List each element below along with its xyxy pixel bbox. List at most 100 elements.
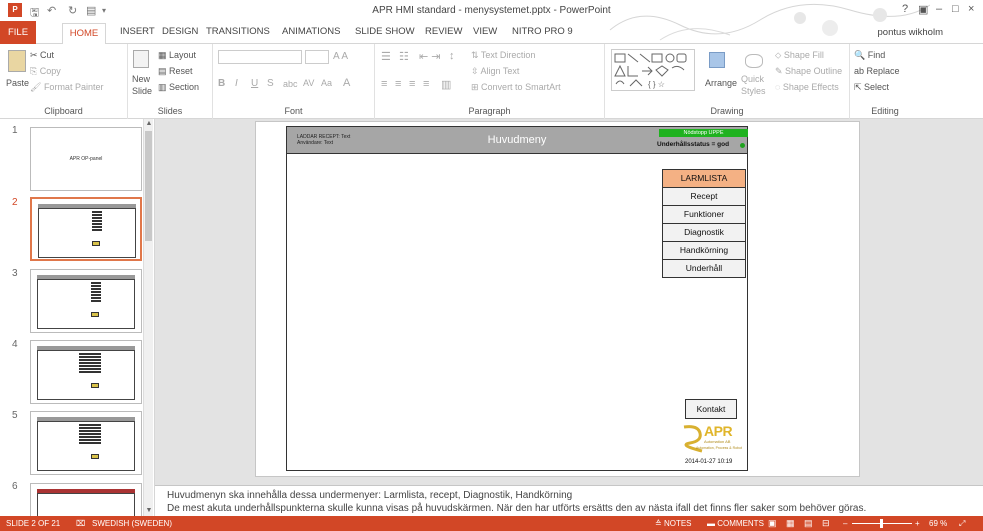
- convert-smartart-button[interactable]: ⊞ Convert to SmartArt: [471, 82, 561, 93]
- menu-item-recept[interactable]: Recept: [662, 187, 746, 206]
- numbering-icon[interactable]: ☷: [399, 50, 409, 63]
- tab-review[interactable]: REVIEW: [425, 26, 462, 37]
- shapes-gallery[interactable]: { } ☆: [611, 49, 695, 91]
- tab-home[interactable]: HOME: [62, 23, 106, 45]
- indent-icon[interactable]: ⇤ ⇥: [419, 50, 441, 63]
- tab-transitions[interactable]: TRANSITIONS: [206, 26, 270, 37]
- text-direction-button[interactable]: ⇅ Text Direction: [471, 50, 535, 61]
- justify-icon[interactable]: ≡: [423, 78, 429, 90]
- char-spacing-icon[interactable]: AV: [303, 78, 314, 88]
- line-spacing-icon[interactable]: ↕: [449, 50, 455, 62]
- shape-outline-button[interactable]: ✎ Shape Outline: [775, 66, 842, 77]
- change-case-icon[interactable]: Aa: [321, 78, 332, 88]
- thumbnail-scrollbar[interactable]: ▲ ▼: [143, 119, 153, 516]
- normal-view-icon[interactable]: ▣: [768, 518, 777, 529]
- notes-line-2: De mest akuta underhållspunkterna skulle…: [167, 503, 867, 514]
- tab-animations[interactable]: ANIMATIONS: [282, 26, 340, 37]
- thumbnail-menu: [79, 424, 101, 444]
- tab-slide-show[interactable]: SLIDE SHOW: [355, 26, 415, 37]
- slide-thumbnail-5[interactable]: [30, 411, 142, 475]
- tab-design[interactable]: DESIGN: [162, 26, 198, 37]
- comments-button[interactable]: ▬ COMMENTS: [707, 519, 764, 528]
- shape-effects-button[interactable]: ◌ Shape Effects: [775, 82, 839, 92]
- menu-item-handkorning[interactable]: Handkörning: [662, 241, 746, 260]
- notes-button[interactable]: ≙ NOTES: [655, 519, 692, 528]
- help-icon[interactable]: ?: [902, 3, 908, 15]
- ribbon: Paste ✂ Cut ⎘ Copy 🖌 Format Painter Clip…: [0, 44, 983, 119]
- maximize-button[interactable]: □: [952, 3, 959, 15]
- align-right-icon[interactable]: ≡: [409, 78, 415, 90]
- new-slide-button[interactable]: New: [132, 74, 150, 84]
- new-slide-icon[interactable]: [133, 50, 149, 68]
- zoom-in-icon[interactable]: +: [915, 519, 920, 528]
- minimize-button[interactable]: –: [936, 3, 942, 15]
- slide-thumbnail-1[interactable]: APR OP-panel: [30, 127, 142, 191]
- menu-item-funktioner[interactable]: Funktioner: [662, 205, 746, 224]
- section-label: Section: [169, 82, 200, 92]
- menu-item-diagnostik[interactable]: Diagnostik: [662, 223, 746, 242]
- slide-thumbnail-2[interactable]: [30, 197, 142, 261]
- bold-icon[interactable]: B: [218, 78, 225, 89]
- bullets-icon[interactable]: ☰: [381, 50, 391, 63]
- slideshow-icon[interactable]: ⊟: [822, 518, 830, 529]
- slide-thumbnail-4[interactable]: [30, 340, 142, 404]
- align-text-button[interactable]: ⇳ Align Text: [471, 66, 519, 77]
- select-button[interactable]: ⇱ Select: [854, 82, 889, 93]
- font-color-icon[interactable]: A: [343, 77, 350, 89]
- align-center-icon[interactable]: ≡: [395, 78, 401, 90]
- quick-styles-label-2: Styles: [741, 86, 766, 96]
- shadow-icon[interactable]: S: [267, 78, 274, 89]
- paste-icon[interactable]: [8, 50, 26, 72]
- slide-thumbnail-3[interactable]: [30, 269, 142, 333]
- zoom-out-icon[interactable]: –: [843, 519, 847, 528]
- replace-button[interactable]: ab Replace: [854, 66, 900, 76]
- italic-icon[interactable]: I: [235, 78, 238, 89]
- zoom-slider-thumb[interactable]: [880, 519, 883, 528]
- copy-button[interactable]: ⎘ Copy: [30, 66, 61, 77]
- reset-button[interactable]: ▤ Reset: [158, 66, 193, 77]
- user-account[interactable]: pontus wikholm: [878, 27, 943, 38]
- fit-to-window-icon[interactable]: ⤢: [959, 519, 965, 529]
- underline-icon[interactable]: U: [251, 78, 258, 89]
- font-size-combo[interactable]: [305, 50, 329, 64]
- slide-sorter-icon[interactable]: ▦: [786, 518, 795, 529]
- kontakt-button[interactable]: Kontakt: [685, 399, 737, 419]
- slide-thumbnail-6[interactable]: [30, 483, 142, 516]
- language-indicator[interactable]: SWEDISH (SWEDEN): [92, 519, 172, 528]
- scroll-up-icon[interactable]: ▲: [144, 119, 154, 129]
- proofing-icon[interactable]: ⌧: [76, 519, 85, 528]
- menu-item-underhall[interactable]: Underhåll: [662, 259, 746, 278]
- shape-fill-button[interactable]: ⬦ Shape Fill: [775, 50, 824, 61]
- tab-file[interactable]: FILE: [0, 21, 36, 44]
- tab-insert[interactable]: INSERT: [120, 26, 155, 37]
- columns-icon[interactable]: ▥: [441, 78, 451, 91]
- arrange-icon[interactable]: [709, 52, 725, 68]
- format-painter-button[interactable]: 🖌 Format Painter: [30, 82, 103, 93]
- reading-view-icon[interactable]: ▤: [804, 518, 813, 529]
- paste-button[interactable]: Paste: [6, 78, 29, 88]
- quick-styles-icon[interactable]: [745, 54, 763, 68]
- slide[interactable]: LADDAR RECEPT: Text Användare: Text Huvu…: [255, 121, 860, 477]
- menu-item-larmlista[interactable]: LARMLISTA: [662, 169, 746, 188]
- tab-view[interactable]: VIEW: [473, 26, 497, 37]
- quick-styles-button[interactable]: Quick: [741, 74, 764, 84]
- notes-pane[interactable]: Huvudmenyn ska innehålla dessa undermeny…: [155, 485, 983, 516]
- strikethrough-icon[interactable]: abc: [283, 79, 298, 89]
- thumbnail-menu: [79, 353, 101, 373]
- tab-nitro-pro[interactable]: NITRO PRO 9: [512, 26, 573, 37]
- align-left-icon[interactable]: ≡: [381, 78, 387, 90]
- close-button[interactable]: ×: [968, 3, 974, 15]
- section-button[interactable]: ▥ Section: [158, 82, 199, 93]
- arrange-button[interactable]: Arrange: [705, 78, 737, 88]
- font-name-combo[interactable]: [218, 50, 302, 64]
- zoom-level[interactable]: 69 %: [929, 519, 947, 528]
- logo-subtitle: Automation AB: [704, 439, 731, 444]
- scrollbar-thumb[interactable]: [145, 131, 152, 241]
- scroll-down-icon[interactable]: ▼: [144, 506, 154, 516]
- select-label: Select: [864, 82, 890, 92]
- cut-button[interactable]: ✂ Cut: [30, 50, 54, 61]
- layout-button[interactable]: ▦ Layout: [158, 50, 196, 61]
- grow-font-icon[interactable]: A A: [333, 51, 348, 62]
- ribbon-display-icon[interactable]: ▣: [918, 3, 928, 16]
- find-button[interactable]: 🔍 Find: [854, 50, 885, 61]
